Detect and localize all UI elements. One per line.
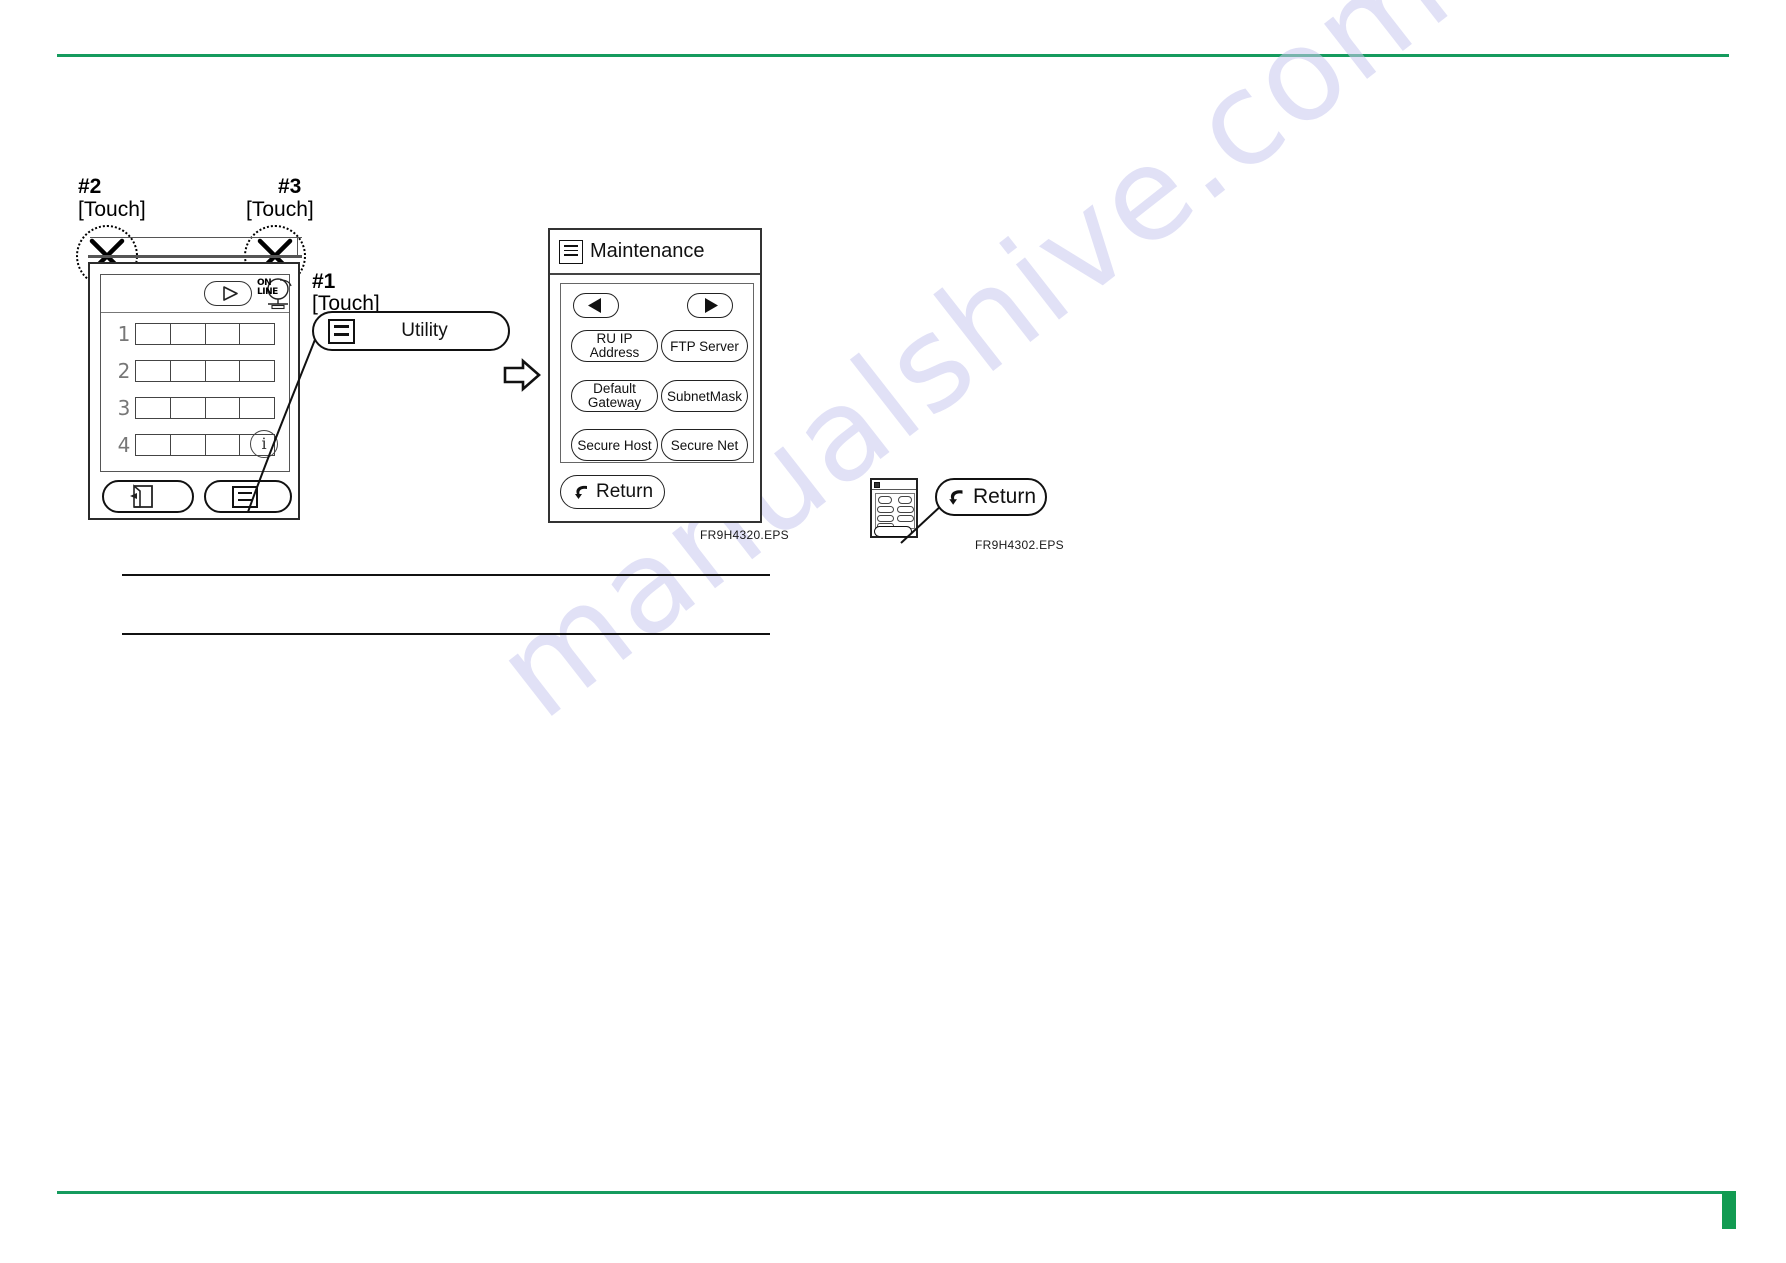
default-gateway-label-line1: Default — [593, 381, 636, 396]
flow-arrow-icon — [503, 358, 541, 392]
row-number: 2 — [117, 359, 131, 383]
option-button — [877, 506, 894, 513]
ru-ip-address-label-line1: RU IP — [596, 331, 633, 346]
body-rule — [122, 633, 770, 635]
figure-caption: FR9H4302.EPS — [975, 538, 1064, 552]
prev-arrow-icon — [588, 298, 601, 313]
page-corner-tab — [1722, 1191, 1736, 1229]
secure-host-label: Secure Host — [577, 437, 652, 453]
exit-icon — [130, 484, 153, 508]
subnet-mask-button[interactable]: SubnetMask — [661, 380, 748, 412]
row-number: 1 — [117, 322, 131, 346]
device-frame-top-line — [90, 237, 302, 238]
return-arrow-icon — [949, 490, 963, 505]
exit-button[interactable] — [102, 480, 194, 513]
return-callout[interactable]: Return — [935, 478, 1047, 516]
return-arrow-icon — [574, 485, 587, 499]
row-number: 3 — [117, 396, 131, 420]
ftp-server-button[interactable]: FTP Server — [661, 330, 748, 362]
prev-arrow-icon — [878, 496, 892, 504]
next-page-button[interactable] — [687, 293, 733, 318]
secure-host-button[interactable]: Secure Host — [571, 429, 658, 461]
step3-number: #3 — [278, 175, 302, 198]
callout-leader-line — [247, 331, 319, 513]
device-frame-divider — [88, 255, 302, 258]
figure-caption: FR9H4320.EPS — [700, 528, 789, 542]
ru-ip-address-button[interactable]: RU IP Address — [571, 330, 658, 362]
maintenance-titlebar: Maintenance — [550, 230, 760, 275]
return-button[interactable]: Return — [560, 475, 665, 509]
page-bottom-rule — [57, 1191, 1729, 1194]
step3-action: [Touch] — [246, 198, 314, 221]
online-label-line2: LINE — [257, 287, 278, 297]
device-topbar: ON LINE — [101, 275, 292, 313]
step1-number: #1 — [312, 270, 336, 293]
online-indicator: ON LINE — [256, 277, 292, 311]
secure-net-label: Secure Net — [670, 437, 739, 453]
ru-ip-address-label-line2: Address — [589, 345, 640, 360]
option-button — [877, 515, 894, 522]
body-rule — [122, 574, 770, 576]
play-arrow-icon — [223, 286, 238, 301]
page-top-rule — [57, 54, 1729, 57]
maintenance-title: Maintenance — [590, 240, 705, 262]
device-frame-right-tick — [297, 237, 298, 257]
step2-action: [Touch] — [78, 198, 146, 221]
return-button-label: Return — [595, 481, 654, 502]
maintenance-body: RU IP Address FTP Server Default Gateway… — [560, 283, 754, 463]
maintenance-panel: Maintenance RU IP Address FTP Server Def… — [548, 228, 762, 523]
list-icon — [874, 481, 880, 488]
ftp-server-label: FTP Server — [670, 338, 739, 354]
list-icon — [559, 239, 583, 264]
step2-number: #2 — [78, 175, 102, 198]
next-arrow-icon — [705, 298, 718, 313]
utility-callout[interactable]: Utility — [312, 311, 510, 351]
default-gateway-label-line2: Gateway — [587, 395, 642, 410]
subnet-mask-label: SubnetMask — [666, 388, 743, 404]
row-number: 4 — [117, 433, 131, 457]
utility-callout-label: Utility — [401, 320, 448, 341]
return-callout-label: Return — [972, 485, 1037, 508]
prev-page-button[interactable] — [573, 293, 619, 318]
default-gateway-button[interactable]: Default Gateway — [571, 380, 658, 412]
menu-icon — [328, 318, 355, 344]
watermark: manualshive.com — [300, 0, 1477, 1000]
play-button[interactable] — [204, 281, 252, 306]
secure-net-button[interactable]: Secure Net — [661, 429, 748, 461]
